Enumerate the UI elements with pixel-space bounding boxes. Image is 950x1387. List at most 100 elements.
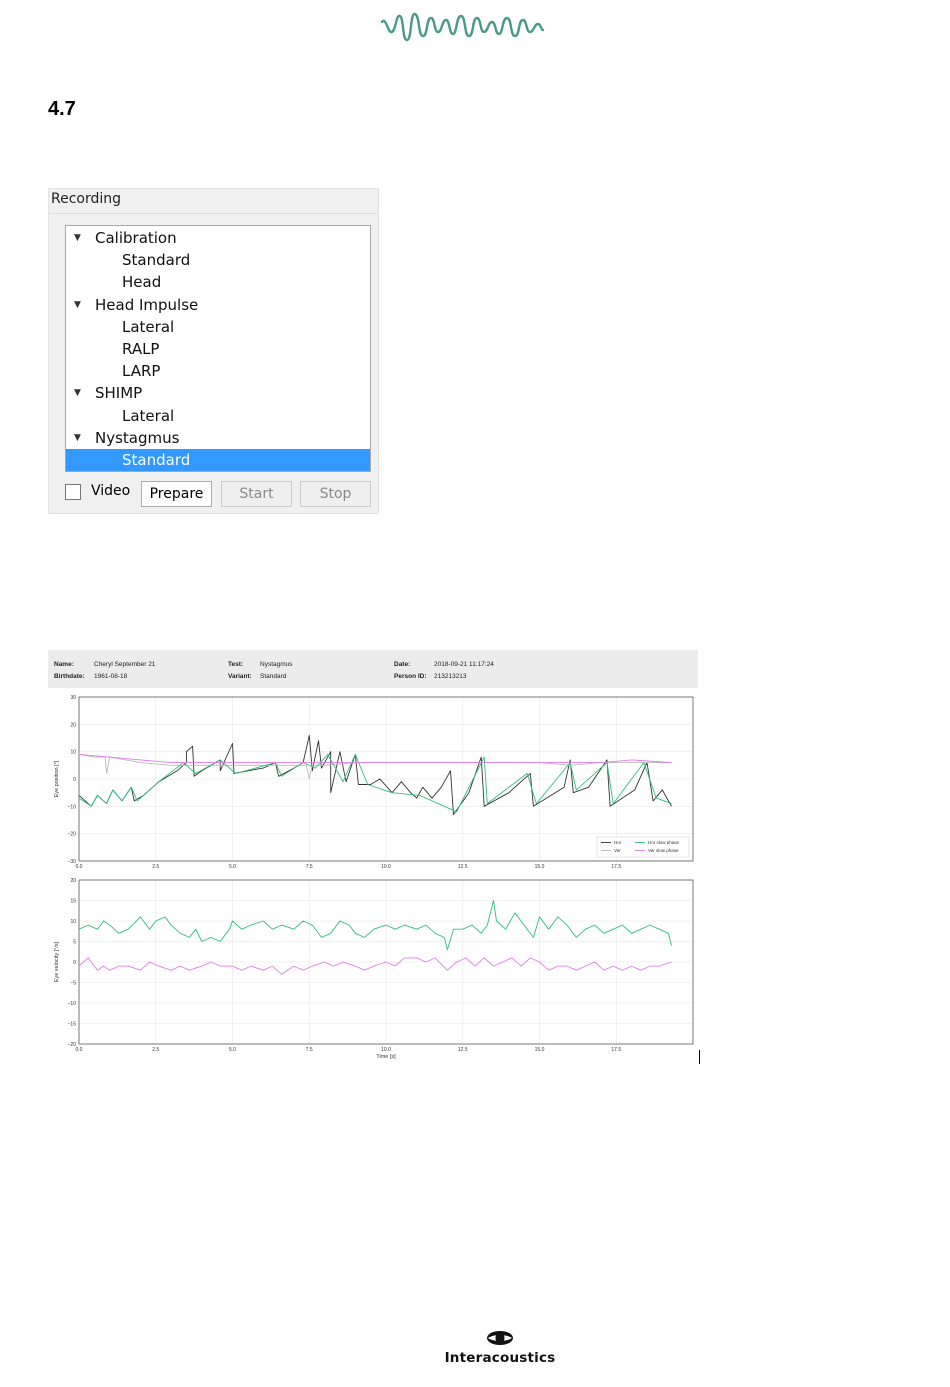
tree-item-lateral[interactable]: Lateral xyxy=(66,405,370,427)
tree-item-label: Standard xyxy=(122,251,191,270)
tree-item-label: SHIMP xyxy=(95,384,143,403)
expand-caret-icon[interactable]: ▼ xyxy=(74,294,81,316)
y-tick-label: 30 xyxy=(70,695,76,701)
tree-item-label: Nystagmus xyxy=(95,428,180,447)
text-cursor-mark xyxy=(699,1050,700,1064)
nystagmus-report: Name: Cheryl September 21 Birthdate: 196… xyxy=(48,650,698,1065)
x-tick-label: 7.5 xyxy=(306,1047,313,1053)
legend-entry: Ver slow phase xyxy=(648,848,679,853)
interacoustics-emblem-icon xyxy=(487,1331,513,1345)
eye-movement-charts: 0.0 2.5 5.0 7.5 10.0 12.5 15.0 17.5 30 20 10 0 −10 −2… xyxy=(54,695,694,1060)
y-tick-label: 0 xyxy=(73,960,76,966)
panel-divider xyxy=(49,213,378,214)
tree-item-label: Calibration xyxy=(95,229,177,247)
y-tick-label: 10 xyxy=(70,750,76,756)
x-tick-label: 12.5 xyxy=(458,864,468,870)
x-tick-label: 10.0 xyxy=(381,1047,391,1053)
recording-toolbar: Video Prepare Start Stop xyxy=(63,481,375,509)
tree-item-ralp[interactable]: RALP xyxy=(66,338,370,360)
y-tick-label: −10 xyxy=(68,804,77,810)
name-value: Cheryl September 21 xyxy=(94,661,156,668)
y-tick-label: −20 xyxy=(68,832,77,838)
tree-item-label: Head xyxy=(122,273,162,292)
y-tick-label: −30 xyxy=(68,859,77,865)
legend-entry: Hor xyxy=(614,840,622,845)
tree-item-label: Lateral xyxy=(122,406,175,425)
video-checkbox-label: Video xyxy=(91,483,131,499)
interacoustics-logo: Interacoustics xyxy=(430,1330,570,1366)
y-tick-label: −15 xyxy=(68,1022,77,1028)
tree-item-standard[interactable]: Standard xyxy=(66,249,370,271)
variant-value: Standard xyxy=(260,673,287,680)
series-ver xyxy=(78,753,672,780)
video-checkbox[interactable] xyxy=(65,484,81,500)
x-tick-label: 0.0 xyxy=(76,1047,83,1053)
test-value: Nystagmus xyxy=(260,661,293,668)
y-tick-label: 15 xyxy=(70,899,76,905)
tree-item-label: LARP xyxy=(122,362,161,381)
tree-item-nystagmus[interactable]: ▼ Nystagmus xyxy=(66,427,370,449)
series-hor-slow-phase xyxy=(78,900,672,951)
recording-tree[interactable]: ▼ Calibration Standard Head ▼ Head Impulse Lat… xyxy=(65,225,371,472)
birthdate-value: 1961-08-18 xyxy=(94,673,128,680)
report-header: Name: Cheryl September 21 Birthdate: 196… xyxy=(48,650,698,688)
tree-item-label: RALP xyxy=(122,340,160,358)
x-tick-label: 5.0 xyxy=(229,1047,236,1053)
start-button[interactable]: Start xyxy=(221,481,292,507)
y-tick-label: −20 xyxy=(68,1042,77,1048)
name-label: Name: xyxy=(54,661,74,668)
tree-item-larp[interactable]: LARP xyxy=(66,360,370,382)
variant-label: Variant: xyxy=(228,673,252,680)
tree-item-shimp[interactable]: ▼ SHIMP xyxy=(66,382,370,404)
x-tick-label: 7.5 xyxy=(306,864,313,870)
expand-caret-icon[interactable]: ▼ xyxy=(74,427,81,449)
x-tick-label: 15.0 xyxy=(535,864,545,870)
test-label: Test: xyxy=(228,661,244,668)
tree-item-standard[interactable]: Standard xyxy=(66,449,370,471)
date-label: Date: xyxy=(394,661,411,668)
x-tick-label: 2.5 xyxy=(152,864,159,870)
prepare-button[interactable]: Prepare xyxy=(141,481,212,507)
expand-caret-icon[interactable]: ▼ xyxy=(74,227,81,249)
brand-name: Interacoustics xyxy=(444,1350,556,1366)
interacoustics-wave-logo xyxy=(380,12,545,42)
stop-button[interactable]: Stop xyxy=(300,481,371,507)
tree-item-head[interactable]: Head xyxy=(66,271,370,293)
birthdate-label: Birthdate: xyxy=(54,673,85,680)
person-id-value: 213213213 xyxy=(434,673,467,680)
x-axis-label: Time [s] xyxy=(376,1054,396,1060)
y-tick-label: 0 xyxy=(73,777,76,783)
y-axis-label: Eye velocity [°/s] xyxy=(54,941,60,982)
tree-item-label: Head Impulse xyxy=(95,295,199,314)
x-tick-label: 0.0 xyxy=(76,864,83,870)
recording-panel: Recording ▼ Calibration Standard Head ▼ Head … xyxy=(48,188,379,514)
tree-item-lateral[interactable]: Lateral xyxy=(66,316,370,338)
y-tick-label: 20 xyxy=(70,878,76,884)
y-tick-label: −10 xyxy=(68,1001,77,1007)
x-tick-label: 17.5 xyxy=(611,864,621,870)
x-tick-label: 17.5 xyxy=(611,1047,621,1053)
y-tick-label: 20 xyxy=(70,722,76,728)
legend-entry: Ver xyxy=(614,848,621,853)
expand-caret-icon[interactable]: ▼ xyxy=(74,382,81,404)
recording-panel-title: Recording xyxy=(51,191,122,207)
tree-item-calibration[interactable]: ▼ Calibration xyxy=(66,227,370,249)
legend-entry: Hor slow phase xyxy=(648,840,680,845)
series-ver-slow-phase xyxy=(78,957,672,975)
x-tick-label: 2.5 xyxy=(152,1047,159,1053)
tree-item-label: Lateral xyxy=(122,317,175,336)
person-id-label: Person ID: xyxy=(394,673,427,680)
y-axis-label: Eye position [°] xyxy=(54,760,60,797)
x-tick-label: 10.0 xyxy=(381,864,391,870)
series-ver-slow-phase xyxy=(78,753,672,764)
tree-item-label: Standard xyxy=(122,451,191,469)
x-tick-label: 5.0 xyxy=(229,864,236,870)
y-tick-label: 5 xyxy=(73,940,76,946)
tree-item-head-impulse[interactable]: ▼ Head Impulse xyxy=(66,294,370,316)
x-tick-label: 15.0 xyxy=(535,1047,545,1053)
date-value: 2018-09-21 11:17:24 xyxy=(434,661,494,668)
section-number: 4.7 xyxy=(48,98,76,120)
y-tick-label: −5 xyxy=(70,981,76,987)
y-tick-label: 10 xyxy=(70,919,76,925)
x-tick-label: 12.5 xyxy=(458,1047,468,1053)
